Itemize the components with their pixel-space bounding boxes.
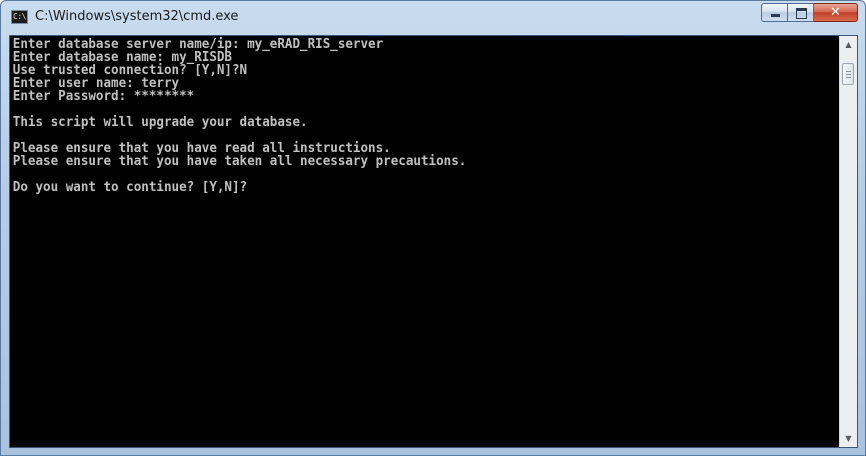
console-output[interactable]: Enter database server name/ip: my_eRAD_R…	[10, 36, 839, 447]
title-bar[interactable]: C:\ C:\Windows\system32\cmd.exe ✕	[1, 1, 865, 35]
close-icon: ✕	[830, 5, 841, 20]
maximize-button[interactable]	[788, 3, 814, 22]
thumb-grip-line	[846, 77, 851, 78]
scrollbar-thumb[interactable]	[842, 63, 854, 85]
cmd-window: C:\ C:\Windows\system32\cmd.exe ✕ Enter …	[0, 0, 866, 456]
window-title: C:\Windows\system32\cmd.exe	[35, 9, 239, 24]
caption-buttons: ✕	[761, 3, 858, 23]
minimize-button[interactable]	[761, 3, 788, 22]
vertical-scrollbar[interactable]: ▲ ▼	[839, 36, 857, 447]
close-button[interactable]: ✕	[814, 3, 858, 22]
thumb-grip-line	[846, 74, 851, 75]
console-client-area: Enter database server name/ip: my_eRAD_R…	[9, 35, 858, 448]
thumb-grip-line	[846, 71, 851, 72]
minimize-icon	[771, 14, 780, 17]
cmd-app-icon[interactable]: C:\	[11, 10, 28, 24]
maximize-icon	[796, 8, 807, 19]
scroll-up-arrow-icon[interactable]: ▲	[840, 36, 857, 53]
cmd-app-icon-text: C:\	[13, 12, 26, 21]
console-text: Enter database server name/ip: my_eRAD_R…	[12, 36, 467, 195]
scroll-down-arrow-icon[interactable]: ▼	[840, 430, 857, 447]
